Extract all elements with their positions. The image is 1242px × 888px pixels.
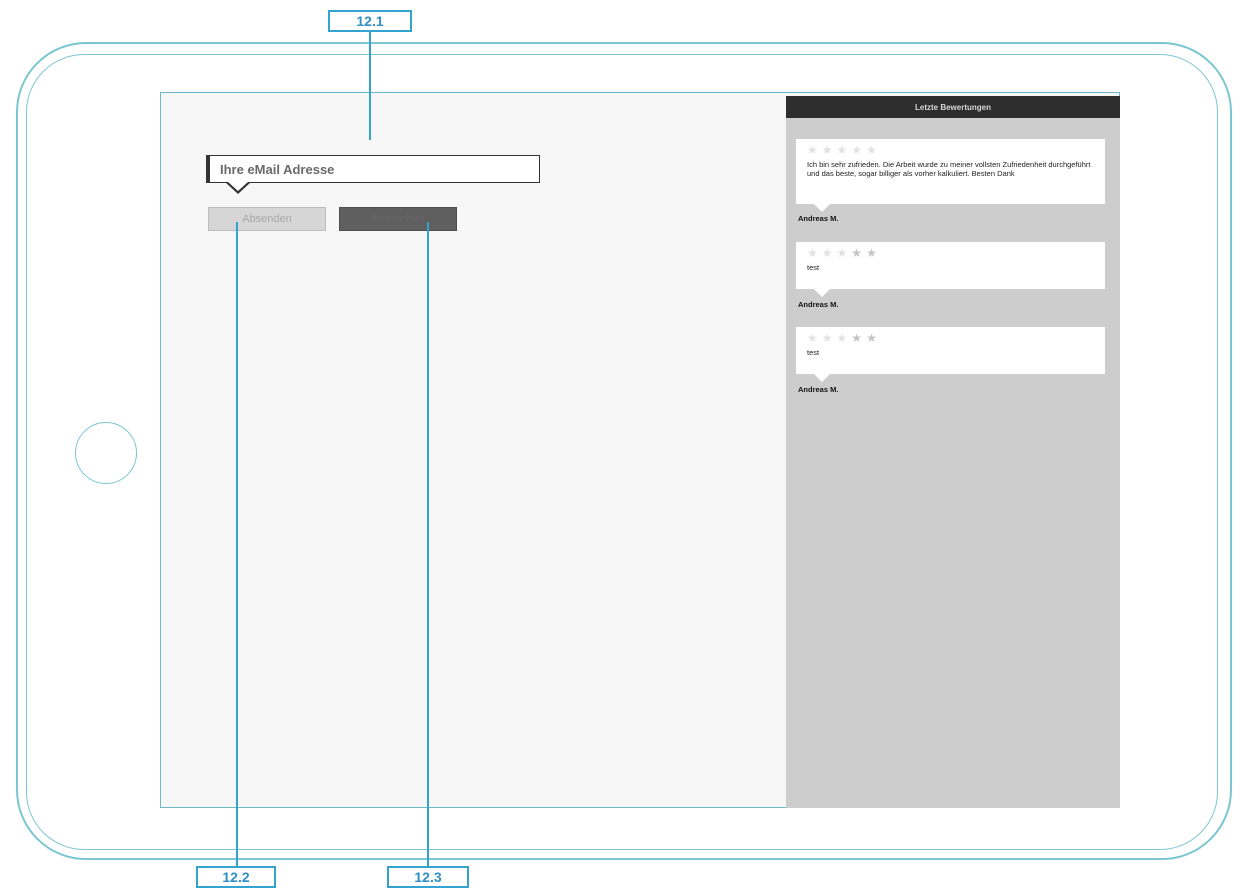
star-icon: ★ — [821, 143, 837, 157]
star-rating: ★★★★★ — [807, 331, 1097, 346]
star-icon: ★ — [851, 331, 867, 345]
review-card: ★★★★★ test — [796, 242, 1105, 297]
callout-label-12-2: 12.2 — [196, 866, 276, 888]
reviews-panel: Letzte Bewertungen ★★★★★ Ich bin sehr zu… — [786, 96, 1120, 808]
star-icon: ★ — [807, 331, 822, 345]
callout-line-12-3 — [427, 222, 429, 868]
callout-label-12-1: 12.1 — [328, 10, 412, 32]
send-button[interactable]: Absenden — [208, 207, 326, 231]
review-card: ★★★★★ Ich bin sehr zufrieden. Die Arbeit… — [796, 139, 1105, 212]
tablet-screen: Absenden Abbrechen Letzte Bewertungen ★★… — [160, 92, 1120, 808]
review-author: Andreas M. — [798, 214, 839, 223]
review-text: Ich bin sehr zufrieden. Die Arbeit wurde… — [807, 160, 1091, 178]
review-text: test — [807, 348, 820, 357]
star-icon: ★ — [836, 143, 852, 157]
star-icon: ★ — [851, 246, 867, 260]
home-button[interactable] — [75, 422, 137, 484]
callout-label-12-3: 12.3 — [387, 866, 469, 888]
review-card: ★★★★★ test — [796, 327, 1105, 382]
star-icon: ★ — [821, 246, 837, 260]
email-field[interactable] — [206, 155, 540, 183]
review-author: Andreas M. — [798, 385, 839, 394]
email-tooltip-pointer-fill — [227, 181, 249, 191]
star-icon: ★ — [866, 331, 881, 345]
star-icon: ★ — [807, 246, 822, 260]
star-icon: ★ — [866, 143, 881, 157]
callout-line-12-1 — [369, 32, 371, 140]
secondary-button[interactable]: Abbrechen — [339, 207, 457, 231]
star-icon: ★ — [807, 143, 822, 157]
review-text: test — [807, 263, 820, 272]
star-icon: ★ — [836, 331, 852, 345]
star-rating: ★★★★★ — [807, 246, 1097, 261]
star-icon: ★ — [851, 143, 867, 157]
reviews-panel-title: Letzte Bewertungen — [786, 96, 1120, 118]
review-author: Andreas M. — [798, 300, 839, 309]
star-icon: ★ — [836, 246, 852, 260]
star-rating: ★★★★★ — [807, 143, 1097, 158]
star-icon: ★ — [821, 331, 837, 345]
callout-line-12-2 — [236, 222, 238, 868]
star-icon: ★ — [866, 246, 881, 260]
